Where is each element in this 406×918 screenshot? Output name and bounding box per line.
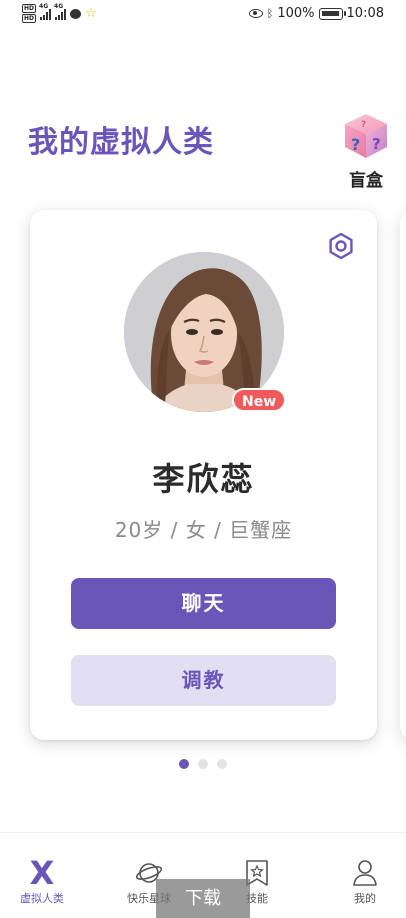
status-right: ᛒ 100% 10:08 [248,6,384,21]
battery-icon [318,7,346,20]
train-button[interactable]: 调教 [71,655,336,706]
avatar-container: New [124,252,287,412]
hd-icon: HD HD [22,4,37,23]
clock: 10:08 [346,6,384,21]
tab-virtual-humans[interactable]: X 虚拟人类 [2,854,82,906]
tab-label: 我的 [354,892,376,905]
battery-percent: 100% [277,6,315,21]
page-title: 我的虚拟人类 [28,125,214,160]
svg-text:?: ? [351,135,360,154]
chat-bubble-icon [70,8,82,19]
tab-mine[interactable]: 我的 [325,859,405,906]
hd-label-2: HD [22,14,37,23]
character-name: 李欣蕊 [152,460,255,498]
status-left: HD HD 4G 4G ☆ [22,3,97,23]
network-type-2: 4G [54,2,64,10]
download-button[interactable]: 下载 [156,879,250,918]
mystery-cube-icon: ? ? ? [341,110,391,160]
new-badge: New [232,388,287,412]
svg-text:?: ? [372,135,381,153]
pager-dot[interactable] [198,759,208,769]
signal-icon: 4G [39,3,52,20]
network-type-1: 4G [39,2,49,10]
status-bar: HD HD 4G 4G ☆ ᛒ 100% 10:08 [0,0,406,30]
x-logo-icon: X [29,854,55,892]
tab-label: 虚拟人类 [20,892,64,905]
blind-box-button[interactable]: ? ? ? 盲盒 [338,110,394,191]
next-card-peek[interactable] [400,210,406,740]
eye-icon [248,9,263,18]
svg-text:?: ? [361,120,366,130]
gear-icon[interactable] [327,232,355,260]
blind-box-label: 盲盒 [349,171,383,191]
pager-dot[interactable] [217,759,227,769]
screen: HD HD 4G 4G ☆ ᛒ 100% 10:08 我的虚拟人类 ? ? ? … [0,0,406,918]
hd-label-1: HD [22,4,37,13]
signal-icon: 4G [54,3,67,20]
bluetooth-icon: ᛒ [266,7,274,20]
chat-button[interactable]: 聊天 [71,578,336,629]
pager-dot-active[interactable] [179,759,189,769]
character-card[interactable]: New 李欣蕊 20岁 / 女 / 巨蟹座 聊天 调教 [30,210,377,740]
character-info: 20岁 / 女 / 巨蟹座 [114,518,293,542]
carousel-pager [0,759,406,769]
person-icon [325,859,405,887]
star-icon: ☆ [85,5,97,21]
